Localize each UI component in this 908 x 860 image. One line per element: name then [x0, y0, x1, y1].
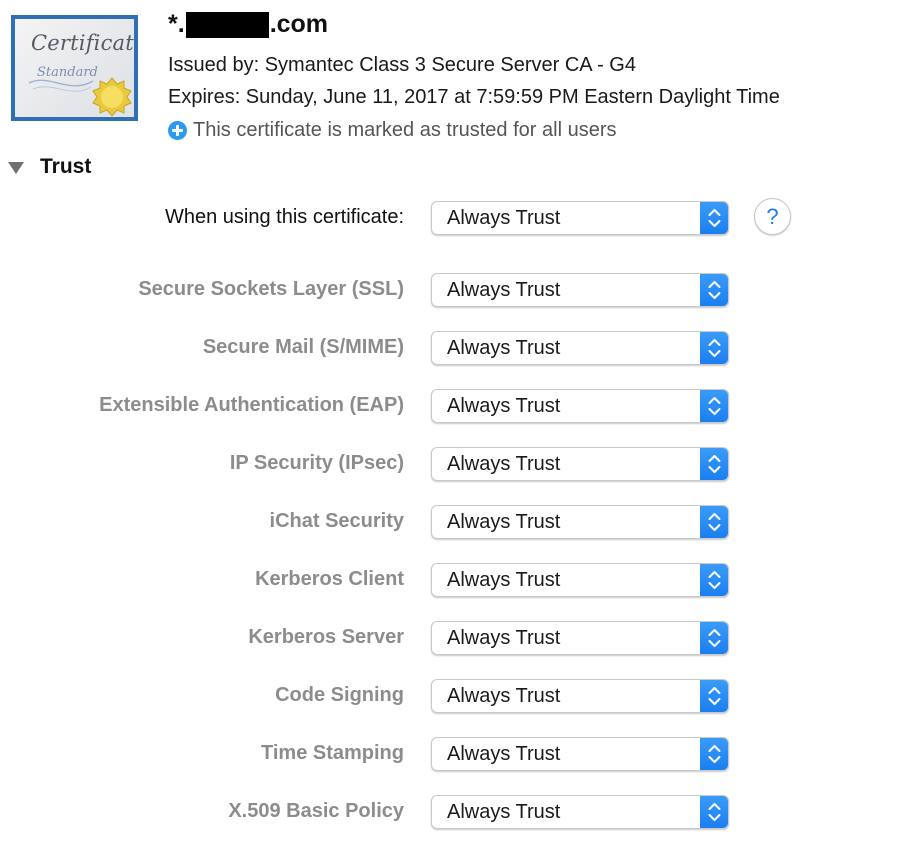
certificate-name-suffix: .com: [269, 10, 329, 38]
chevron-up-down-icon: [700, 564, 728, 596]
policy-label: IP Security (IPsec): [229, 452, 404, 474]
popup-value: Always Trust: [447, 207, 561, 229]
popup-value: Always Trust: [447, 395, 561, 417]
redaction-bar: [185, 11, 269, 38]
policy-label: Kerberos Server: [248, 626, 404, 648]
policy-popup-kerberos-server[interactable]: Always Trust: [431, 621, 729, 655]
policy-label: Secure Sockets Layer (SSL): [138, 278, 404, 300]
policy-row-code-signing: Code Signing Always Trust: [0, 679, 908, 715]
policy-label: Kerberos Client: [255, 568, 404, 590]
when-using-popup[interactable]: Always Trust: [431, 201, 729, 235]
popup-value: Always Trust: [447, 569, 561, 591]
trust-status: This certificate is marked as trusted fo…: [168, 119, 616, 142]
question-mark-icon: ?: [766, 203, 779, 229]
policy-row-eap: Extensible Authentication (EAP) Always T…: [0, 389, 908, 425]
popup-value: Always Trust: [447, 337, 561, 359]
help-button[interactable]: ?: [754, 198, 791, 235]
policy-popup-x509-basic[interactable]: Always Trust: [431, 795, 729, 829]
chevron-up-down-icon: [700, 202, 728, 234]
policy-popup-time-stamping[interactable]: Always Trust: [431, 737, 729, 771]
chevron-up-down-icon: [700, 506, 728, 538]
popup-value: Always Trust: [447, 685, 561, 707]
policy-label: iChat Security: [269, 510, 404, 532]
chevron-up-down-icon: [700, 448, 728, 480]
disclosure-triangle-icon: [8, 162, 24, 174]
policy-row-kerberos-client: Kerberos Client Always Trust: [0, 563, 908, 599]
popup-value: Always Trust: [447, 453, 561, 475]
policy-label: X.509 Basic Policy: [228, 800, 404, 822]
plus-circle-icon: [168, 121, 187, 140]
popup-value: Always Trust: [447, 627, 561, 649]
chevron-up-down-icon: [700, 274, 728, 306]
certificate-name-prefix: *.: [168, 10, 185, 38]
when-using-label: When using this certificate:: [165, 206, 404, 228]
chevron-up-down-icon: [700, 390, 728, 422]
trust-status-text: This certificate is marked as trusted fo…: [193, 119, 617, 141]
policy-row-ichat: iChat Security Always Trust: [0, 505, 908, 541]
policy-popup-smime[interactable]: Always Trust: [431, 331, 729, 365]
certificate-thumbnail-subtitle: Standard: [37, 65, 98, 80]
popup-value: Always Trust: [447, 743, 561, 765]
policy-row-ssl: Secure Sockets Layer (SSL) Always Trust: [0, 273, 908, 309]
policy-row-time-stamping: Time Stamping Always Trust: [0, 737, 908, 773]
policy-popup-kerberos-client[interactable]: Always Trust: [431, 563, 729, 597]
issued-by-text: Issued by: Symantec Class 3 Secure Serve…: [168, 54, 636, 76]
popup-value: Always Trust: [447, 801, 561, 823]
policy-popup-ssl[interactable]: Always Trust: [431, 273, 729, 307]
certificate-common-name: *. .com: [168, 10, 328, 39]
policy-row-smime: Secure Mail (S/MIME) Always Trust: [0, 331, 908, 367]
certificate-icon: Certificate Standard: [11, 15, 138, 121]
policy-label: Extensible Authentication (EAP): [99, 394, 404, 416]
trust-section-heading: Trust: [40, 155, 92, 178]
popup-value: Always Trust: [447, 279, 561, 301]
policy-row-x509-basic: X.509 Basic Policy Always Trust: [0, 795, 908, 831]
policy-label: Code Signing: [275, 684, 404, 706]
trust-disclosure-toggle[interactable]: Trust: [8, 155, 91, 179]
policy-popup-eap[interactable]: Always Trust: [431, 389, 729, 423]
chevron-up-down-icon: [700, 738, 728, 770]
policy-label: Secure Mail (S/MIME): [202, 336, 404, 358]
policy-row-ipsec: IP Security (IPsec) Always Trust: [0, 447, 908, 483]
popup-value: Always Trust: [447, 511, 561, 533]
policy-popup-ipsec[interactable]: Always Trust: [431, 447, 729, 481]
policy-popup-ichat[interactable]: Always Trust: [431, 505, 729, 539]
policy-popup-code-signing[interactable]: Always Trust: [431, 679, 729, 713]
chevron-up-down-icon: [700, 680, 728, 712]
chevron-up-down-icon: [700, 622, 728, 654]
policy-label: Time Stamping: [261, 742, 404, 764]
policy-row-kerberos-server: Kerberos Server Always Trust: [0, 621, 908, 657]
chevron-up-down-icon: [700, 796, 728, 828]
chevron-up-down-icon: [700, 332, 728, 364]
expires-text: Expires: Sunday, June 11, 2017 at 7:59:5…: [168, 86, 780, 108]
certificate-thumbnail-title: Certificate: [31, 31, 138, 55]
